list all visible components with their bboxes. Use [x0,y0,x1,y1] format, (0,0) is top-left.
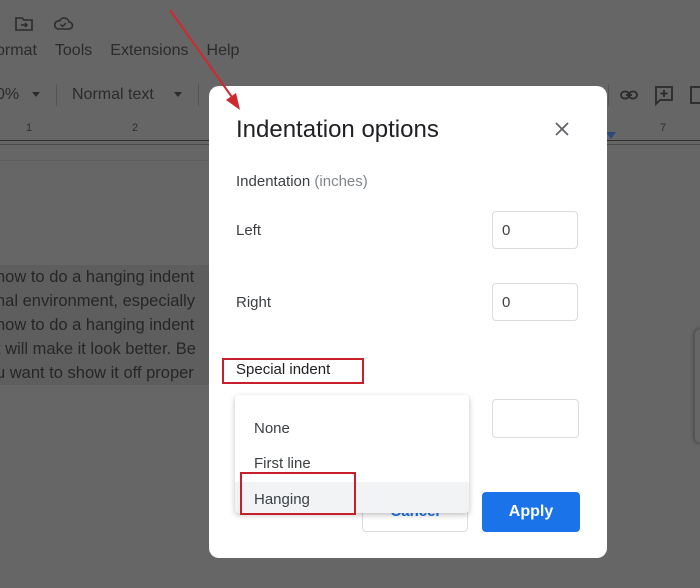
document-line: u want to show it off proper [0,364,194,382]
zoom-select[interactable]: 0% [0,86,19,104]
cloud-saved-icon[interactable] [52,14,74,34]
document-body: how to do a hanging indent nal environme… [0,265,210,385]
indentation-heading-label: Indentation [236,173,311,190]
dialog-title: Indentation options [236,116,439,143]
annotation-highlight-special-indent [222,358,364,384]
document-line: how to do a hanging indent [0,268,195,286]
ruler-label: 7 [660,122,667,134]
right-indent-marker[interactable] [606,132,616,139]
toolbar-divider [198,84,199,106]
menu-tools[interactable]: Tools [55,42,92,60]
insert-image-icon[interactable] [688,84,700,106]
dropdown-option-none[interactable]: None [235,411,469,446]
move-to-folder-icon[interactable] [14,14,34,34]
indentation-unit: (inches) [314,173,368,190]
side-panel-handle[interactable] [694,328,700,444]
left-indent-input[interactable] [492,211,578,249]
paragraph-style-dropdown-arrow-icon[interactable] [174,92,182,97]
menu-help[interactable]: Help [207,42,240,60]
special-indent-by-input[interactable] [492,399,579,438]
add-comment-icon[interactable] [653,84,675,107]
zoom-dropdown-arrow-icon[interactable] [32,92,40,97]
indentation-heading: Indentation (inches) [236,173,368,190]
annotation-highlight-hanging [240,472,356,515]
doc-title-icons [14,14,74,34]
document-line: how to do a hanging indent [0,316,195,334]
left-indent-label: Left [236,222,262,239]
page-edge [0,160,210,161]
apply-button[interactable]: Apply [482,492,580,532]
toolbar-divider [608,84,609,106]
menu-bar: ormat Tools Extensions Help [0,42,239,60]
close-icon[interactable] [553,120,571,138]
right-indent-label: Right [236,294,272,311]
indentation-options-dialog: Indentation options Indentation (inches)… [209,86,607,558]
toolbar-divider [56,84,57,106]
ruler-label: 2 [132,122,139,134]
menu-format[interactable]: ormat [0,42,37,60]
paragraph-style-select[interactable]: Normal text [72,86,154,104]
ruler-label: 1 [26,122,33,134]
insert-link-icon[interactable] [618,84,640,106]
menu-extensions[interactable]: Extensions [110,42,188,60]
right-indent-input[interactable] [492,283,578,321]
document-line: t will make it look better. Be [0,340,196,358]
document-line: nal environment, especially [0,292,196,310]
